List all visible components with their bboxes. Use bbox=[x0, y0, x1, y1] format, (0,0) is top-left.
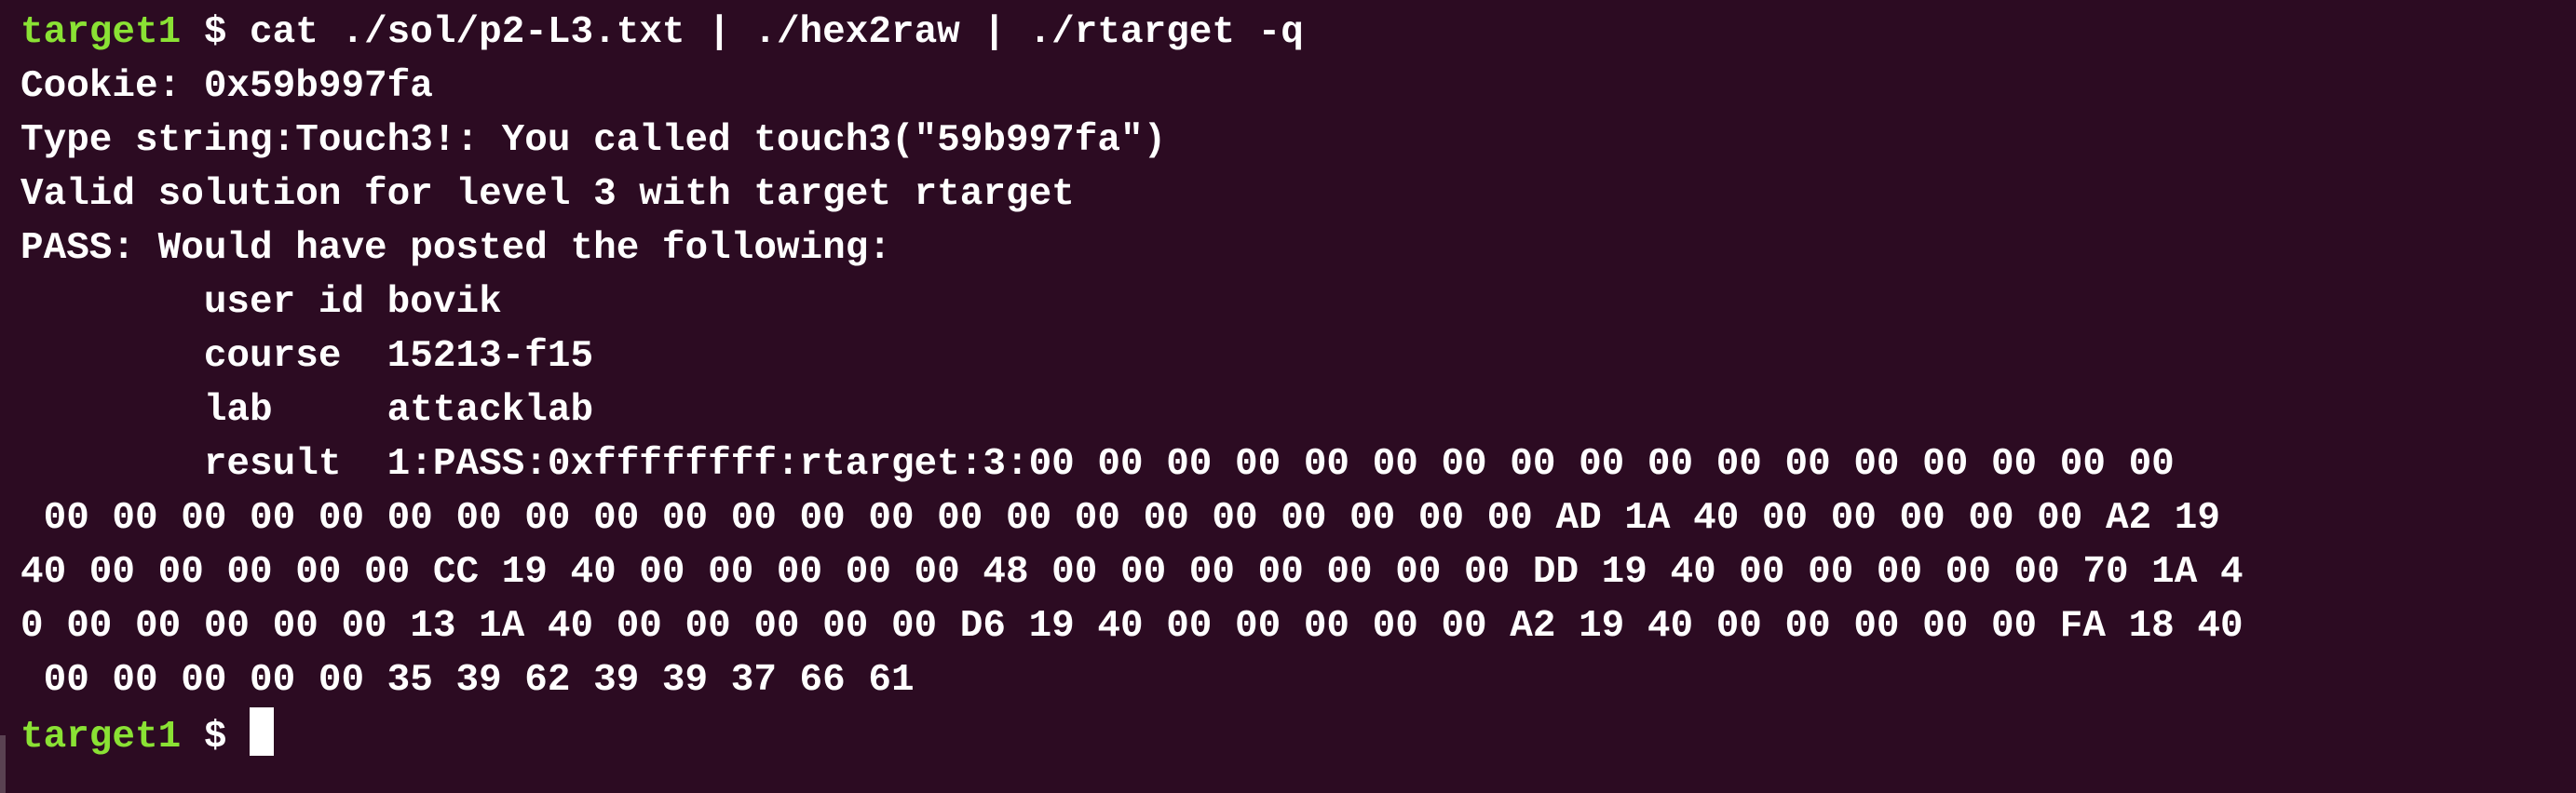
command-text: cat ./sol/p2-L3.txt | ./hex2raw | ./rtar… bbox=[250, 11, 1304, 54]
text-cursor[interactable] bbox=[250, 707, 275, 756]
command-line: target1 $ cat ./sol/p2-L3.txt | ./hex2ra… bbox=[20, 6, 2576, 60]
prompt-symbol: $ bbox=[181, 716, 251, 759]
output-line-course: course 15213-f15 bbox=[20, 335, 594, 378]
output-line-cookie: Cookie: 0x59b997fa bbox=[20, 65, 433, 108]
output-line-valid: Valid solution for level 3 with target r… bbox=[20, 173, 1075, 216]
output-line-hex-3: 0 00 00 00 00 00 13 1A 40 00 00 00 00 00… bbox=[20, 605, 2244, 648]
input-line[interactable]: target1 $ bbox=[20, 707, 2576, 761]
prompt-user: target1 bbox=[20, 11, 182, 54]
output-line-lab: lab attacklab bbox=[20, 389, 594, 432]
output-line-hex-2: 40 00 00 00 00 00 CC 19 40 00 00 00 00 0… bbox=[20, 551, 2244, 594]
output-line-touch: Type string:Touch3!: You called touch3("… bbox=[20, 119, 1167, 162]
prompt-symbol: $ bbox=[181, 11, 251, 54]
output-line-user: user id bovik bbox=[20, 281, 502, 324]
scrollbar-edge[interactable] bbox=[0, 735, 6, 793]
output-line-pass: PASS: Would have posted the following: bbox=[20, 227, 891, 270]
output-line-hex-1: 00 00 00 00 00 00 00 00 00 00 00 00 00 0… bbox=[20, 497, 2220, 540]
prompt-user: target1 bbox=[20, 716, 182, 759]
output-line-result: result 1:PASS:0xffffffff:rtarget:3:00 00… bbox=[20, 443, 2175, 486]
output-line-hex-4: 00 00 00 00 00 35 39 62 39 39 37 66 61 bbox=[20, 659, 915, 702]
terminal-window[interactable]: target1 $ cat ./sol/p2-L3.txt | ./hex2ra… bbox=[0, 0, 2576, 793]
